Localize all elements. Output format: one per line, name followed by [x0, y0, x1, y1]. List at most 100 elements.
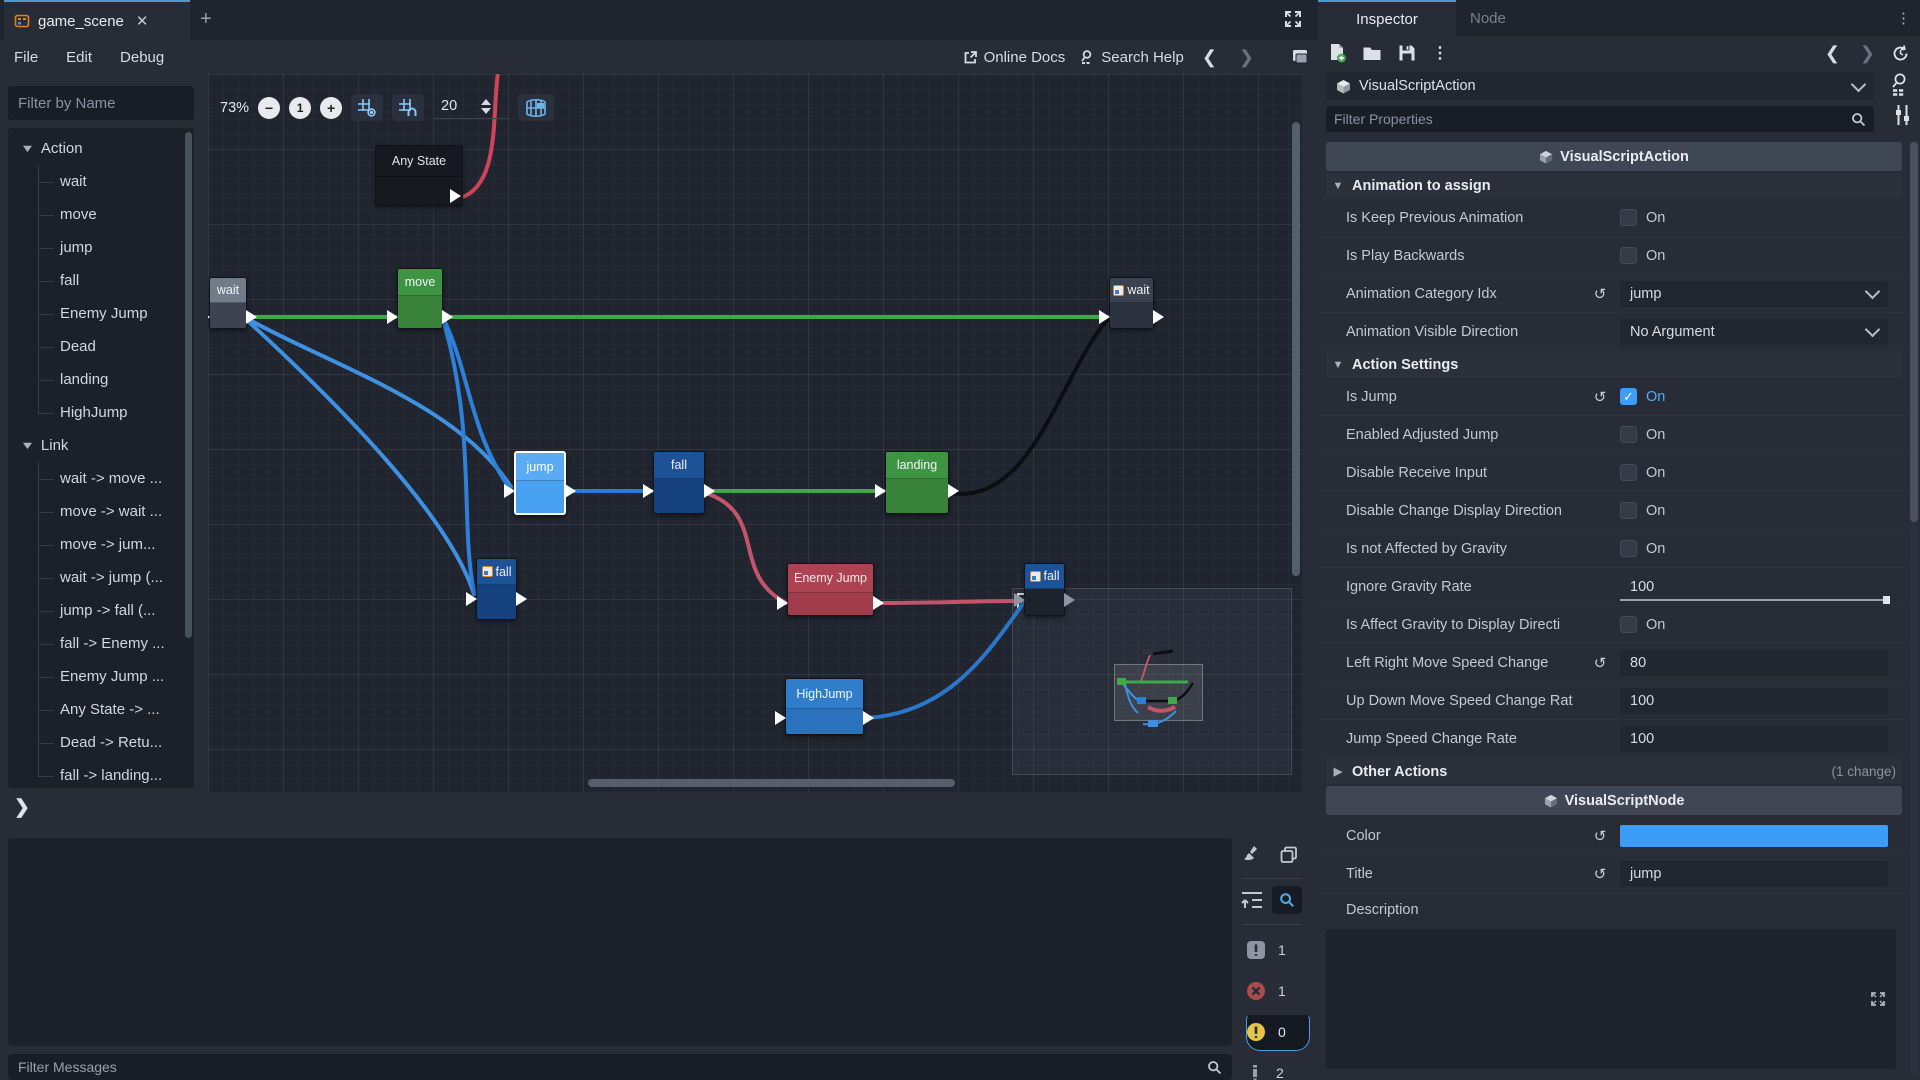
snap-distance-field[interactable]: 20 [433, 96, 509, 119]
focus-search-toggle[interactable] [1272, 886, 1302, 914]
resource-dropdown[interactable]: VisualScriptAction [1326, 72, 1874, 100]
number-field[interactable]: 80 [1620, 650, 1888, 676]
collapse-duplicates-icon[interactable] [1240, 889, 1264, 911]
output-port[interactable] [873, 596, 884, 610]
input-port[interactable] [875, 484, 886, 498]
graph-node-enemy-jump[interactable]: Enemy Jump [787, 563, 874, 616]
state-machine-graph[interactable]: Any StatewaitmovejumpfalllandingEnemy Ju… [208, 74, 1302, 792]
tab-game-scene[interactable]: game_scene ✕ [4, 0, 190, 40]
distraction-free-panel-icon[interactable] [1290, 48, 1310, 66]
output-port[interactable] [948, 484, 959, 498]
tree-item-enemy-jump[interactable]: Enemy Jump [8, 297, 194, 330]
graph-vertical-scrollbar[interactable] [1292, 122, 1300, 576]
graph-node-landing[interactable]: landing [885, 451, 949, 514]
checkbox[interactable] [1620, 616, 1637, 633]
property-tools-icon[interactable] [1894, 104, 1911, 126]
output-port[interactable] [863, 711, 874, 725]
tree-item-landing[interactable]: landing [8, 363, 194, 396]
graph-node-wait[interactable]: wait [209, 277, 247, 329]
tree-item-fall[interactable]: fall [8, 264, 194, 297]
select-field[interactable]: No Argument [1620, 319, 1888, 345]
number-field[interactable]: 100 [1620, 726, 1888, 752]
checkbox[interactable] [1620, 464, 1637, 481]
output-port[interactable] [246, 310, 257, 324]
expand-bottom-panel-icon[interactable]: ❯ [14, 796, 30, 819]
open-docs-for-resource-icon[interactable] [1890, 72, 1910, 98]
menu-debug[interactable]: Debug [106, 49, 178, 66]
load-resource-icon[interactable] [1362, 45, 1382, 62]
tree-item-highjump[interactable]: HighJump [8, 396, 194, 429]
output-port[interactable] [704, 484, 715, 498]
tree-item-fall-landing-[interactable]: fall -> landing... [8, 759, 194, 788]
zoom-reset-button[interactable]: 1 [289, 97, 311, 119]
select-field[interactable]: jump [1620, 281, 1888, 307]
tree-group-link[interactable]: ▼Link [8, 429, 194, 462]
zoom-out-button[interactable]: − [258, 97, 280, 119]
inspector-scrollbar-thumb[interactable] [1910, 142, 1918, 522]
revert-icon[interactable]: ↺ [1590, 388, 1610, 406]
output-filter-messages[interactable]: 1 [1246, 940, 1286, 960]
output-filter-errors[interactable]: 1 [1246, 981, 1286, 1001]
input-port[interactable] [1099, 310, 1110, 324]
revert-icon[interactable]: ↺ [1590, 827, 1610, 845]
input-port[interactable] [387, 310, 398, 324]
checkbox[interactable]: ✓ [1620, 388, 1637, 405]
text-field[interactable]: jump [1620, 861, 1888, 887]
new-resource-icon[interactable] [1328, 43, 1346, 63]
description-textarea[interactable] [1326, 929, 1896, 1069]
snap-distance-button[interactable] [392, 94, 424, 121]
filter-messages-input[interactable]: Filter Messages [8, 1054, 1232, 1080]
output-port[interactable] [1064, 593, 1075, 607]
snap-stepper[interactable] [481, 99, 491, 114]
checkbox[interactable] [1620, 426, 1637, 443]
input-port[interactable] [777, 596, 788, 610]
input-port[interactable] [643, 484, 654, 498]
fullscreen-icon[interactable] [1282, 8, 1306, 32]
clear-output-icon[interactable] [1242, 844, 1263, 865]
input-port[interactable] [466, 592, 477, 606]
output-port[interactable] [1153, 310, 1164, 324]
output-port[interactable] [442, 310, 453, 324]
section-animation-to-assign[interactable]: ▼Animation to assign [1326, 173, 1902, 198]
history-back-icon[interactable]: ❮ [1198, 47, 1221, 68]
history-forward-icon[interactable]: ❯ [1235, 47, 1258, 68]
revert-icon[interactable]: ↺ [1590, 865, 1610, 883]
new-tab-button[interactable]: + [200, 8, 212, 30]
graph-node-highjump[interactable]: HighJump [785, 678, 864, 735]
color-swatch[interactable] [1620, 825, 1888, 847]
tab-close-icon[interactable]: ✕ [136, 12, 149, 30]
filter-properties-input[interactable]: Filter Properties [1326, 106, 1874, 132]
checkbox[interactable] [1620, 209, 1637, 226]
tree-item-any-state-[interactable]: Any State -> ... [8, 693, 194, 726]
revert-icon[interactable]: ↺ [1590, 654, 1610, 672]
checkbox[interactable] [1620, 540, 1637, 557]
slider-number-field[interactable]: 100 [1620, 574, 1888, 600]
tree-item-dead[interactable]: Dead [8, 330, 194, 363]
filter-by-name-input[interactable]: Filter by Name [8, 86, 194, 120]
tree-group-action[interactable]: ▼Action [8, 132, 194, 165]
tree-scrollbar[interactable] [185, 132, 192, 638]
resource-options-dots-icon[interactable]: ⋮ [1432, 43, 1448, 63]
copy-output-icon[interactable] [1279, 845, 1299, 865]
tab-node[interactable]: Node [1470, 0, 1506, 36]
graph-node-jump[interactable]: jump [514, 451, 566, 515]
graph-node-fall-right[interactable]: fall [1024, 563, 1065, 616]
menu-file[interactable]: File [0, 49, 52, 66]
save-resource-icon[interactable] [1398, 44, 1416, 62]
menu-edit[interactable]: Edit [52, 49, 106, 66]
tree-item-wait-move-[interactable]: wait -> move ... [8, 462, 194, 495]
graph-node-fall-left[interactable]: fall [476, 558, 517, 620]
graph-node-move[interactable]: move [397, 268, 443, 329]
graph-node-wait-right[interactable]: wait [1109, 277, 1154, 329]
tree-item-wait-jump-[interactable]: wait -> jump (... [8, 561, 194, 594]
minimap-toggle-button[interactable] [518, 94, 554, 121]
tab-menu-dots-icon[interactable]: ⋮ [1896, 9, 1912, 27]
input-port[interactable] [775, 711, 786, 725]
number-field[interactable]: 100 [1620, 688, 1888, 714]
tree-item-jump-fall-[interactable]: jump -> fall (... [8, 594, 194, 627]
output-port[interactable] [516, 592, 527, 606]
input-port[interactable] [1014, 593, 1025, 607]
output-port[interactable] [450, 189, 461, 203]
tab-inspector[interactable]: Inspector [1318, 0, 1456, 36]
graph-node-fall-mid[interactable]: fall [653, 451, 705, 514]
